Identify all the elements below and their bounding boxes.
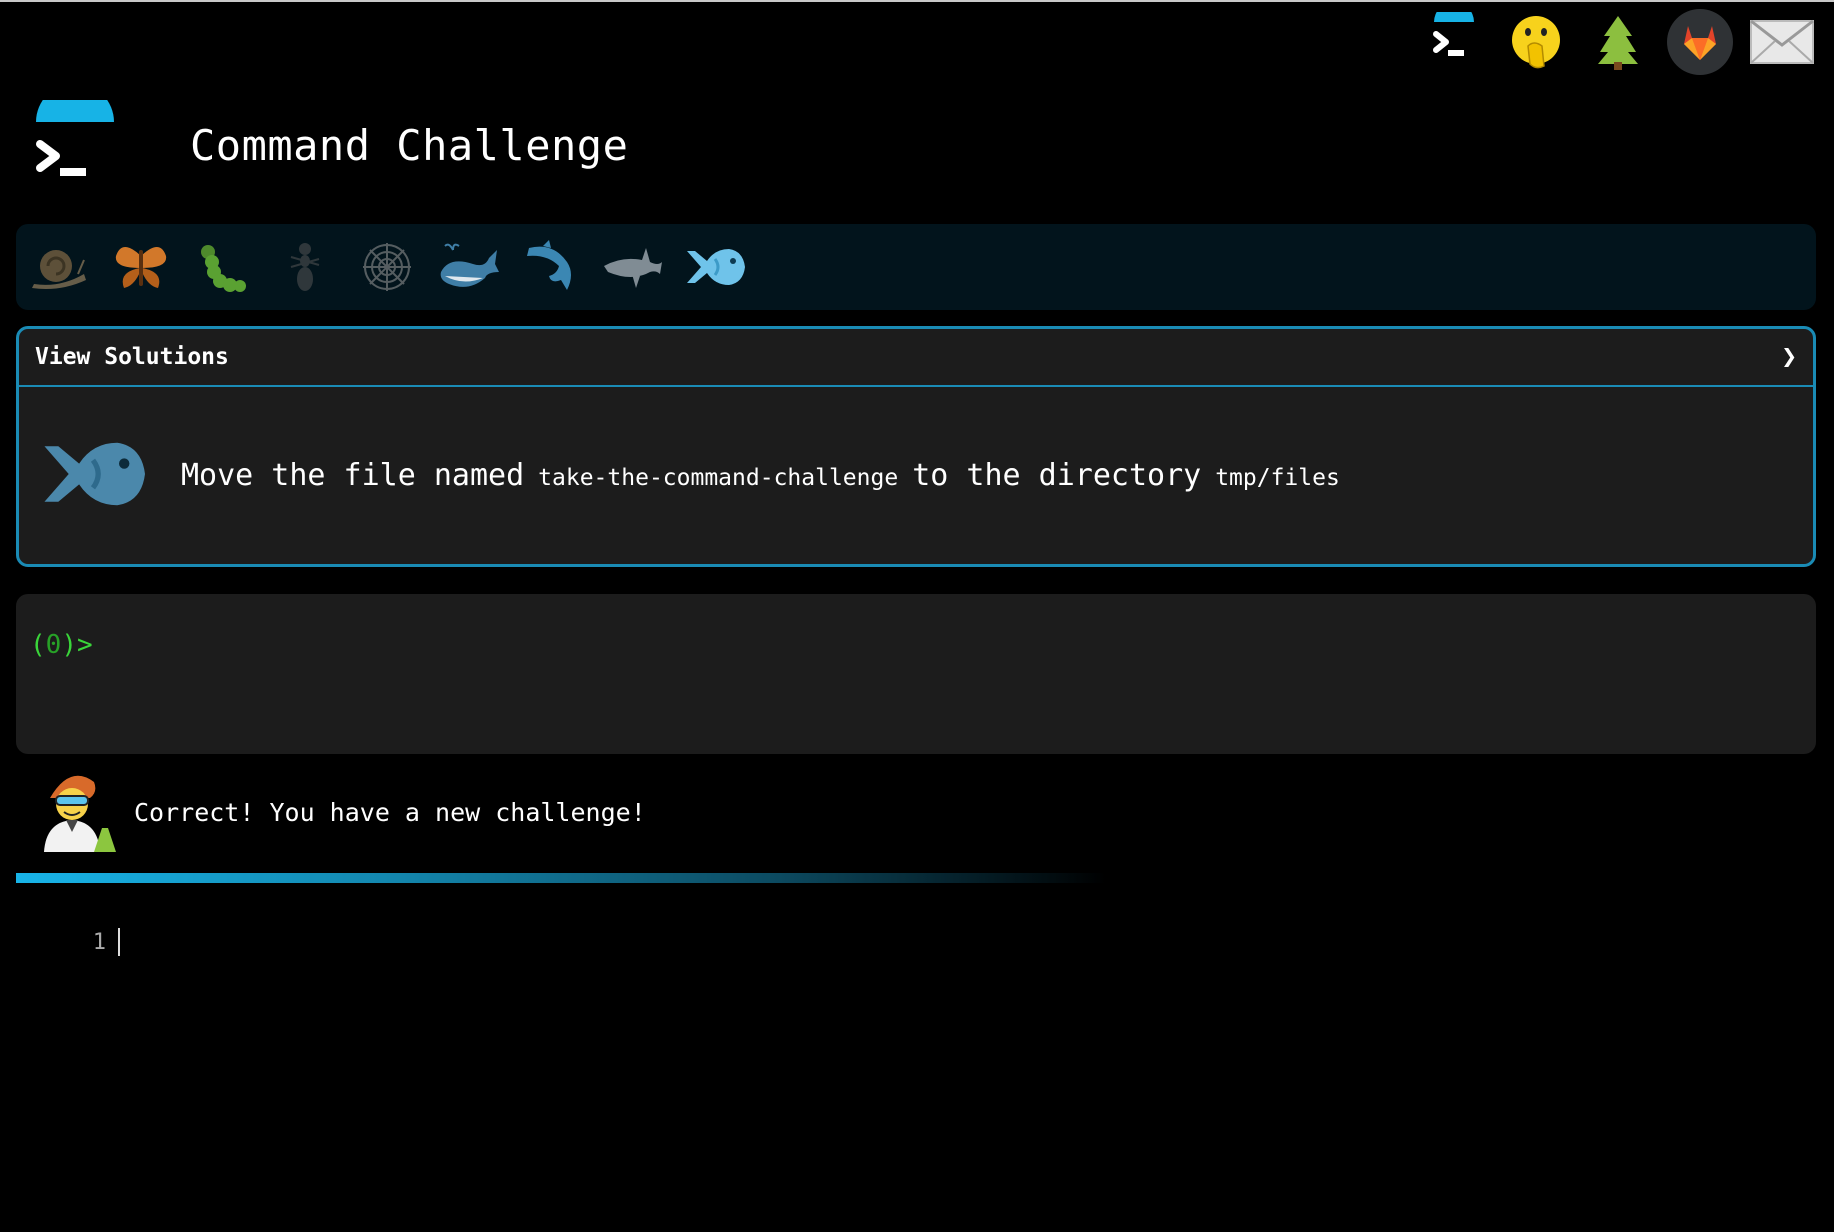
line-number: 1 [92,929,106,955]
envelope-icon[interactable] [1748,8,1816,76]
file-name: take-the-command-challenge [538,465,899,491]
dolphin-icon[interactable] [520,236,582,298]
terminal-prompt: (0)> [30,630,93,660]
terminal-icon[interactable] [1420,8,1488,76]
spider-web-icon[interactable] [356,236,418,298]
challenge-text: Move the file named take-the-command-cha… [181,458,1340,493]
view-solutions-toggle[interactable]: View Solutions ❯ [19,329,1813,387]
directory-name: tmp/files [1215,465,1340,491]
header: Command Challenge [30,83,629,190]
challenge-text-part2: to the directory [912,458,1202,493]
fish-icon [41,434,145,518]
snail-icon[interactable] [28,236,90,298]
terminal-logo-icon[interactable] [30,83,120,190]
challenge-body: Move the file named take-the-command-cha… [19,387,1813,564]
fish-icon[interactable] [684,236,746,298]
whale-icon[interactable] [438,236,500,298]
level-strip [16,224,1816,310]
view-solutions-label: View Solutions [35,344,229,370]
evergreen-tree-icon[interactable] [1584,8,1652,76]
editor[interactable]: 1 [16,912,1816,972]
chevron-right-icon[interactable]: ❯ [1781,342,1797,372]
face-with-hand-over-mouth-icon[interactable] [1502,8,1570,76]
prompt-count: 0 [45,630,62,660]
ant-icon[interactable] [274,236,336,298]
feedback: Correct! You have a new challenge! [40,768,646,856]
challenge-text-part1: Move the file named [181,458,525,493]
scientist-icon [40,768,116,856]
top-border [0,0,1834,2]
page-title: Command Challenge [190,120,629,170]
shark-icon[interactable] [602,236,664,298]
progress-bar [16,873,1106,883]
text-cursor [118,928,120,956]
challenge-panel: View Solutions ❯ Move the file named tak… [16,326,1816,567]
caterpillar-icon[interactable] [192,236,254,298]
feedback-message: Correct! You have a new challenge! [134,797,646,827]
gitlab-icon[interactable] [1666,8,1734,76]
top-nav [1420,8,1816,76]
terminal-input[interactable]: (0)> [16,594,1816,754]
butterfly-icon[interactable] [110,236,172,298]
